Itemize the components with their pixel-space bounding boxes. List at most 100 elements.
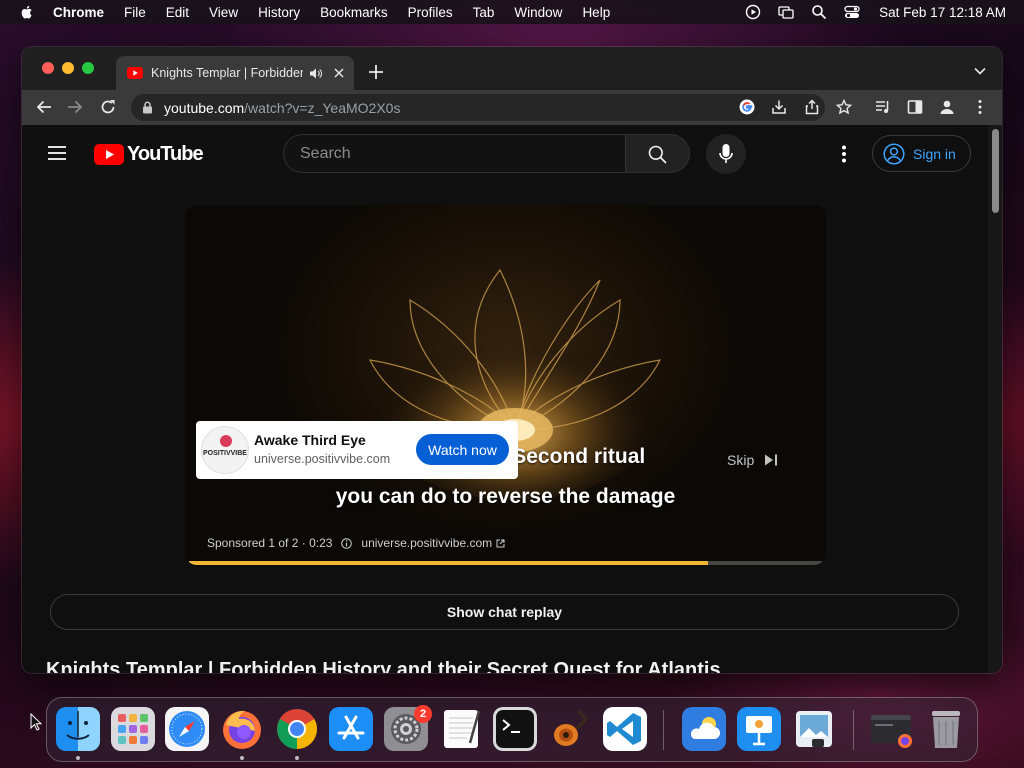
page-scrollbar[interactable] (988, 125, 1002, 673)
dock-visual-studio-code[interactable] (603, 707, 647, 751)
tab-search-chevron-icon[interactable] (974, 67, 986, 75)
dock-google-chrome[interactable] (275, 707, 319, 751)
url-domain: youtube.com (164, 99, 245, 116)
dock-terminal[interactable] (493, 707, 537, 751)
keynote-icon (737, 707, 781, 751)
dock-weather[interactable] (682, 707, 726, 751)
dock-safari[interactable] (165, 707, 209, 751)
menubar-status-area: Sat Feb 17 12:18 AM (745, 0, 1024, 24)
media-controls-icon[interactable] (875, 99, 891, 115)
chrome-menu-icon[interactable] (972, 99, 988, 115)
menu-history[interactable]: History (258, 5, 300, 20)
speaker-playing-icon[interactable] (309, 67, 322, 80)
window-zoom-button[interactable] (82, 62, 94, 74)
dock-textedit[interactable] (439, 707, 483, 751)
address-url[interactable]: youtube.com/watch?v=z_YeaMO2X0s (164, 100, 400, 116)
search-placeholder: Search (300, 144, 351, 162)
ad-url[interactable]: universe.positivvibe.com (254, 452, 390, 466)
google-lens-icon[interactable] (739, 99, 755, 115)
firefox-running-dot (240, 756, 244, 760)
youtube-wordmark: YouTube (127, 142, 204, 165)
advertiser-logo-text: POSITIVVIBE (203, 450, 247, 457)
dock-garageband[interactable] (548, 707, 592, 751)
vscode-icon (603, 707, 647, 751)
ad-info-icon[interactable] (341, 537, 353, 549)
control-center-icon[interactable] (844, 4, 860, 20)
video-player[interactable]: ble 30-Second ritual you can do to rever… (185, 205, 826, 565)
dock-keynote[interactable] (737, 707, 781, 751)
address-bar[interactable]: youtube.com/watch?v=z_YeaMO2X0s (131, 94, 825, 121)
play-circle-icon[interactable] (745, 4, 761, 20)
ad-progress-bar (189, 561, 822, 565)
site-info-lock-icon[interactable] (142, 101, 153, 114)
youtube-favicon-icon (127, 67, 143, 79)
bookmark-star-icon[interactable] (836, 99, 852, 115)
menu-view[interactable]: View (209, 5, 238, 20)
microphone-icon (719, 144, 733, 163)
guide-menu-icon[interactable] (48, 146, 66, 160)
dock-minimized-firefox-window[interactable] (869, 707, 913, 751)
external-link-icon[interactable] (496, 539, 505, 548)
menu-window[interactable]: Window (514, 5, 562, 20)
menu-tab[interactable]: Tab (473, 5, 495, 20)
skip-next-icon (765, 454, 778, 466)
search-input[interactable]: Search (283, 134, 626, 173)
trash-icon (932, 711, 960, 748)
screen-mirroring-icon[interactable] (778, 4, 794, 20)
youtube-play-logo-icon (94, 143, 124, 165)
weather-cloud-icon (682, 707, 726, 751)
window-close-button[interactable] (42, 62, 54, 74)
terminal-icon (493, 707, 537, 751)
voice-search-button[interactable] (706, 134, 746, 174)
dock-app-store[interactable] (329, 707, 373, 751)
sign-in-button[interactable]: Sign in (872, 135, 971, 172)
youtube-logo[interactable]: YouTube (94, 142, 204, 165)
reload-icon[interactable] (100, 99, 116, 115)
chrome-window: Knights Templar | Forbidden History and … (22, 47, 1002, 673)
tab-youtube-video[interactable]: Knights Templar | Forbidden History and … (116, 56, 354, 90)
tab-close-icon[interactable] (334, 68, 344, 78)
show-chat-replay-button[interactable]: Show chat replay (50, 594, 959, 630)
dock-launchpad[interactable] (111, 707, 155, 751)
safari-icon (165, 707, 209, 751)
dock-firefox[interactable] (220, 707, 264, 751)
menu-help[interactable]: Help (582, 5, 610, 20)
spotlight-search-icon[interactable] (811, 4, 827, 20)
dock-finder[interactable] (56, 707, 100, 751)
menu-edit[interactable]: Edit (166, 5, 189, 20)
ad-title[interactable]: Awake Third Eye (254, 432, 366, 448)
sign-in-label: Sign in (913, 145, 956, 162)
menu-bookmarks[interactable]: Bookmarks (320, 5, 388, 20)
side-panel-icon[interactable] (907, 99, 923, 115)
forward-arrow-icon[interactable] (67, 99, 83, 115)
advertiser-logo[interactable]: POSITIVVIBE (201, 426, 249, 474)
install-app-icon[interactable] (771, 99, 787, 115)
scrollbar-thumb[interactable] (992, 129, 999, 213)
textedit-icon (444, 710, 481, 748)
launchpad-icon (111, 707, 155, 751)
skip-ad-button[interactable]: Skip (727, 445, 803, 475)
menubar-clock[interactable]: Sat Feb 17 12:18 AM (879, 5, 1006, 20)
ad-overlay-card[interactable]: POSITIVVIBE Awake Third Eye universe.pos… (196, 421, 518, 479)
ad-progress-fill (189, 561, 709, 565)
window-minimize-button[interactable] (62, 62, 74, 74)
search-button[interactable] (626, 134, 690, 173)
search-icon (648, 145, 667, 164)
profile-icon[interactable] (939, 99, 955, 115)
sponsored-text: Sponsored 1 of 2 · 0:23 (207, 536, 333, 550)
apple-menu-icon[interactable] (19, 4, 35, 20)
video-title: Knights Templar | Forbidden History and … (46, 659, 721, 673)
settings-kebab-icon[interactable] (841, 145, 847, 163)
new-tab-icon[interactable] (369, 65, 383, 79)
dock-trash[interactable] (924, 707, 968, 751)
menu-profiles[interactable]: Profiles (408, 5, 453, 20)
menu-app-chrome[interactable]: Chrome (53, 5, 104, 20)
menu-file[interactable]: File (124, 5, 146, 20)
share-icon[interactable] (804, 99, 820, 115)
sponsored-link[interactable]: universe.positivvibe.com (361, 536, 492, 550)
back-arrow-icon[interactable] (36, 99, 52, 115)
dock-separator-2 (853, 710, 854, 750)
dock-preview[interactable] (792, 707, 836, 751)
app-store-icon (329, 707, 373, 751)
watch-now-button[interactable]: Watch now (416, 434, 509, 465)
